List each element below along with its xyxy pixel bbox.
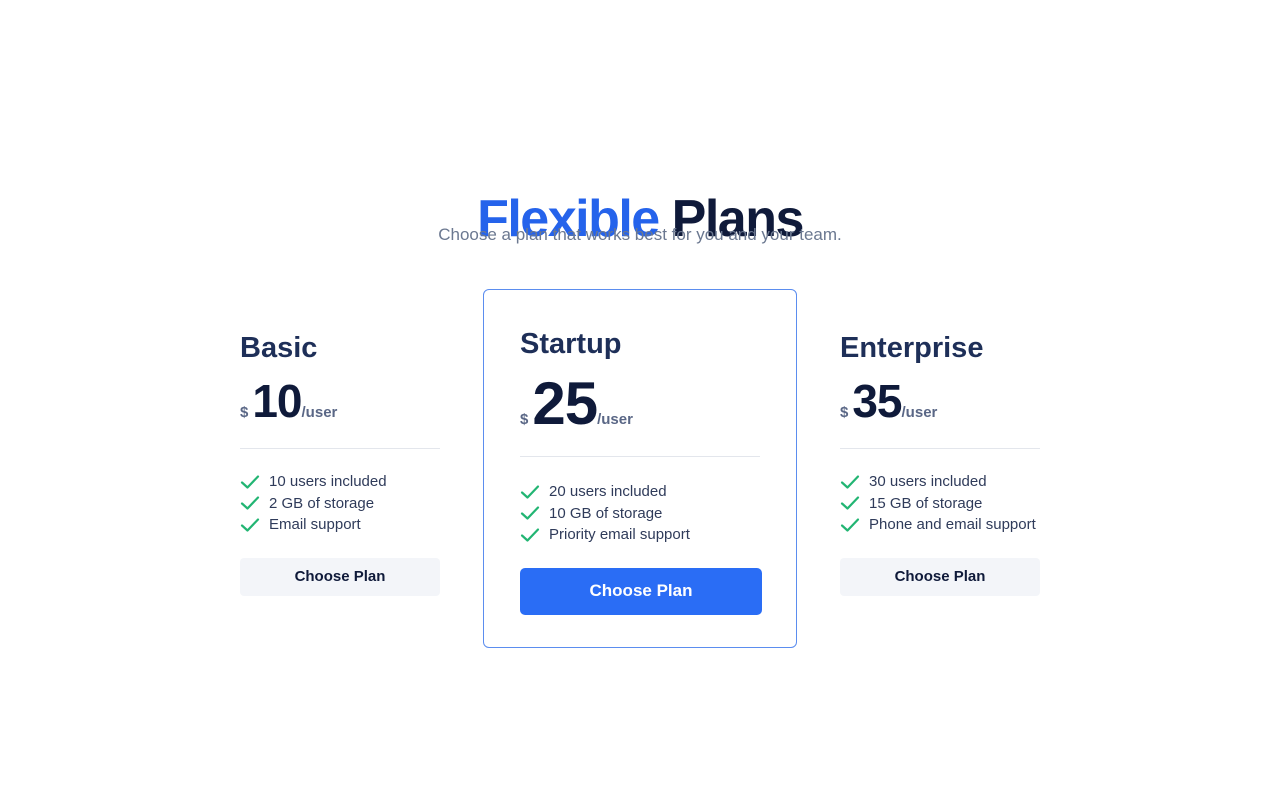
plan-card-enterprise: Enterprise $ 35 /user 30 users included … bbox=[840, 330, 1040, 596]
choose-plan-button-enterprise[interactable]: Choose Plan bbox=[840, 557, 1040, 596]
check-icon bbox=[840, 475, 860, 489]
divider bbox=[520, 456, 760, 457]
feature-label: 30 users included bbox=[869, 473, 987, 491]
feature-item: 20 users included bbox=[520, 481, 760, 503]
check-icon bbox=[240, 496, 260, 510]
feature-label: Phone and email support bbox=[869, 516, 1036, 534]
check-icon bbox=[840, 496, 860, 510]
feature-list: 30 users included 15 GB of storage Phone… bbox=[840, 471, 1040, 536]
check-icon bbox=[520, 506, 540, 520]
feature-label: 10 GB of storage bbox=[549, 504, 663, 522]
plan-name: Enterprise bbox=[840, 332, 984, 364]
feature-list: 20 users included 10 GB of storage Prior… bbox=[520, 481, 760, 546]
feature-item: Phone and email support bbox=[840, 514, 1040, 536]
feature-label: Priority email support bbox=[549, 526, 690, 544]
feature-item: 30 users included bbox=[840, 471, 1040, 493]
feature-label: 2 GB of storage bbox=[269, 494, 375, 512]
feature-label: 20 users included bbox=[549, 483, 667, 501]
price: $ 25 /user bbox=[520, 372, 760, 436]
divider bbox=[840, 448, 1040, 449]
feature-item: 10 users included bbox=[240, 471, 440, 493]
page-subtitle: Choose a plan that works best for you an… bbox=[438, 225, 842, 244]
feature-item: 15 GB of storage bbox=[840, 493, 1040, 515]
divider bbox=[240, 448, 440, 449]
feature-label: Email support bbox=[269, 516, 361, 534]
feature-item: Priority email support bbox=[520, 524, 760, 546]
plan-card-startup: Startup $ 25 /user 20 users included 10 … bbox=[483, 289, 797, 648]
feature-item: 2 GB of storage bbox=[240, 493, 440, 515]
price-amount: 25 bbox=[532, 370, 598, 437]
feature-label: 10 users included bbox=[269, 473, 387, 491]
price-unit: /user bbox=[597, 411, 633, 428]
currency-symbol: $ bbox=[240, 404, 249, 421]
plan-name: Startup bbox=[520, 328, 622, 360]
currency-symbol: $ bbox=[840, 404, 849, 421]
price-amount: 10 bbox=[252, 375, 302, 427]
feature-label: 15 GB of storage bbox=[869, 494, 983, 512]
choose-plan-button-basic[interactable]: Choose Plan bbox=[240, 557, 440, 596]
feature-item: Email support bbox=[240, 514, 440, 536]
feature-list: 10 users included 2 GB of storage Email … bbox=[240, 471, 440, 536]
check-icon bbox=[240, 518, 260, 532]
feature-item: 10 GB of storage bbox=[520, 503, 760, 525]
plan-card-basic: Basic $ 10 /user 10 users included 2 GB … bbox=[240, 330, 440, 596]
price-unit: /user bbox=[901, 404, 938, 421]
price-unit: /user bbox=[301, 404, 338, 421]
currency-symbol: $ bbox=[520, 411, 529, 428]
check-icon bbox=[240, 475, 260, 489]
price: $ 35 /user bbox=[840, 376, 1040, 430]
check-icon bbox=[840, 518, 860, 532]
price-amount: 35 bbox=[852, 375, 902, 427]
price: $ 10 /user bbox=[240, 376, 440, 430]
check-icon bbox=[520, 485, 540, 499]
choose-plan-button-startup[interactable]: Choose Plan bbox=[520, 567, 762, 615]
check-icon bbox=[520, 528, 540, 542]
plan-name: Basic bbox=[240, 332, 318, 364]
